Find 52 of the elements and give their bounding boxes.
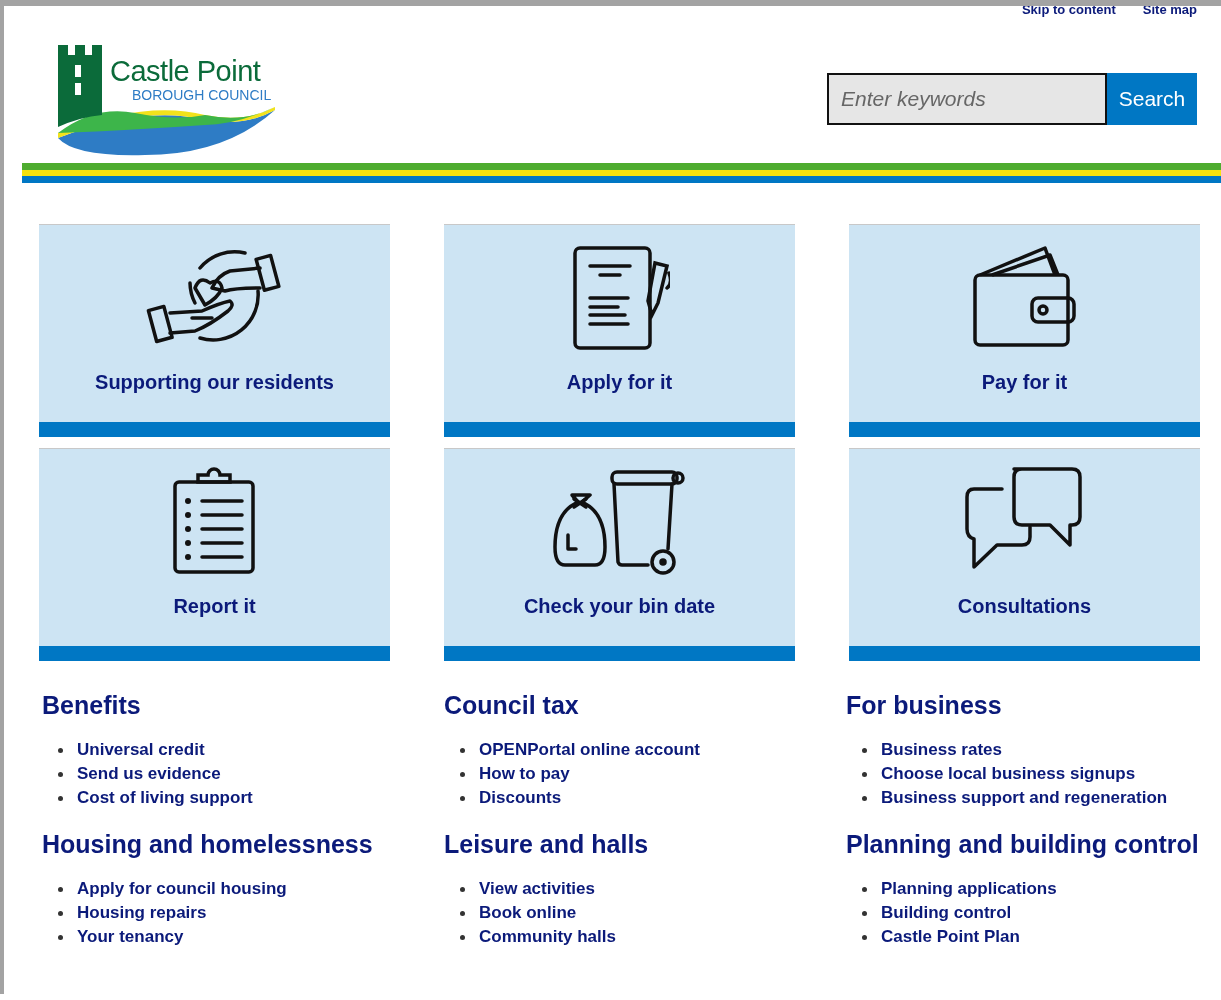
search-button[interactable]: Search: [1107, 73, 1197, 125]
section-link[interactable]: Send us evidence: [77, 764, 221, 784]
section-heading: For business: [846, 691, 1003, 720]
service-tile[interactable]: Check your bin date: [444, 448, 795, 661]
bullet-icon: [58, 886, 63, 892]
section-link[interactable]: Building control: [881, 903, 1012, 923]
section-heading: Housing and homelessness: [42, 830, 374, 859]
logo-subtitle: BOROUGH COUNCIL: [132, 87, 272, 103]
section-link[interactable]: Castle Point Plan: [881, 927, 1020, 947]
section-link[interactable]: Business support and regeneration: [881, 788, 1168, 808]
section-link[interactable]: Your tenancy: [77, 927, 184, 947]
section-link[interactable]: How to pay: [479, 764, 570, 784]
service-tile[interactable]: Apply for it: [444, 224, 795, 437]
bullet-icon: [862, 747, 867, 753]
section-link[interactable]: Business rates: [881, 740, 1002, 760]
bullet-icon: [862, 886, 867, 892]
section-link[interactable]: Choose local business signups: [881, 764, 1136, 784]
bullet-icon: [460, 747, 465, 753]
bullet-icon: [862, 910, 867, 916]
bullet-icon: [58, 771, 63, 777]
bullet-icon: [460, 886, 465, 892]
bullet-icon: [460, 771, 465, 777]
section-link[interactable]: Planning applications: [881, 879, 1057, 899]
section-link[interactable]: Apply for council housing: [77, 879, 287, 899]
section-link[interactable]: Universal credit: [77, 740, 205, 760]
bullet-icon: [862, 771, 867, 777]
section-link[interactable]: Book online: [479, 903, 577, 923]
service-tile[interactable]: Supporting our residents: [39, 224, 390, 437]
section-heading: Leisure and halls: [444, 830, 650, 859]
section-heading: Planning and building control: [846, 830, 1200, 859]
section-link[interactable]: Cost of living support: [77, 788, 253, 808]
bullet-icon: [58, 910, 63, 916]
bullet-icon: [460, 910, 465, 916]
bullet-icon: [58, 747, 63, 753]
bullet-icon: [58, 934, 63, 940]
section-link[interactable]: Community halls: [479, 927, 616, 947]
service-tile[interactable]: Report it: [39, 448, 390, 661]
section-link[interactable]: Discounts: [479, 788, 562, 808]
bullet-icon: [862, 795, 867, 801]
search-field[interactable]: Enter keywords: [827, 73, 1107, 125]
bullet-icon: [862, 934, 867, 940]
bullet-icon: [58, 795, 63, 801]
section-link[interactable]: View activities: [479, 879, 595, 899]
section-link[interactable]: Housing repairs: [77, 903, 207, 923]
section-heading: Benefits: [42, 691, 142, 720]
bullet-icon: [460, 934, 465, 940]
section-link[interactable]: OPENPortal online account: [479, 740, 701, 760]
logo-name: Castle Point: [110, 55, 262, 87]
service-tile[interactable]: Consultations: [849, 448, 1200, 661]
bullet-icon: [460, 795, 465, 801]
service-tile[interactable]: Pay for it: [849, 224, 1200, 437]
section-heading: Council tax: [444, 691, 580, 720]
